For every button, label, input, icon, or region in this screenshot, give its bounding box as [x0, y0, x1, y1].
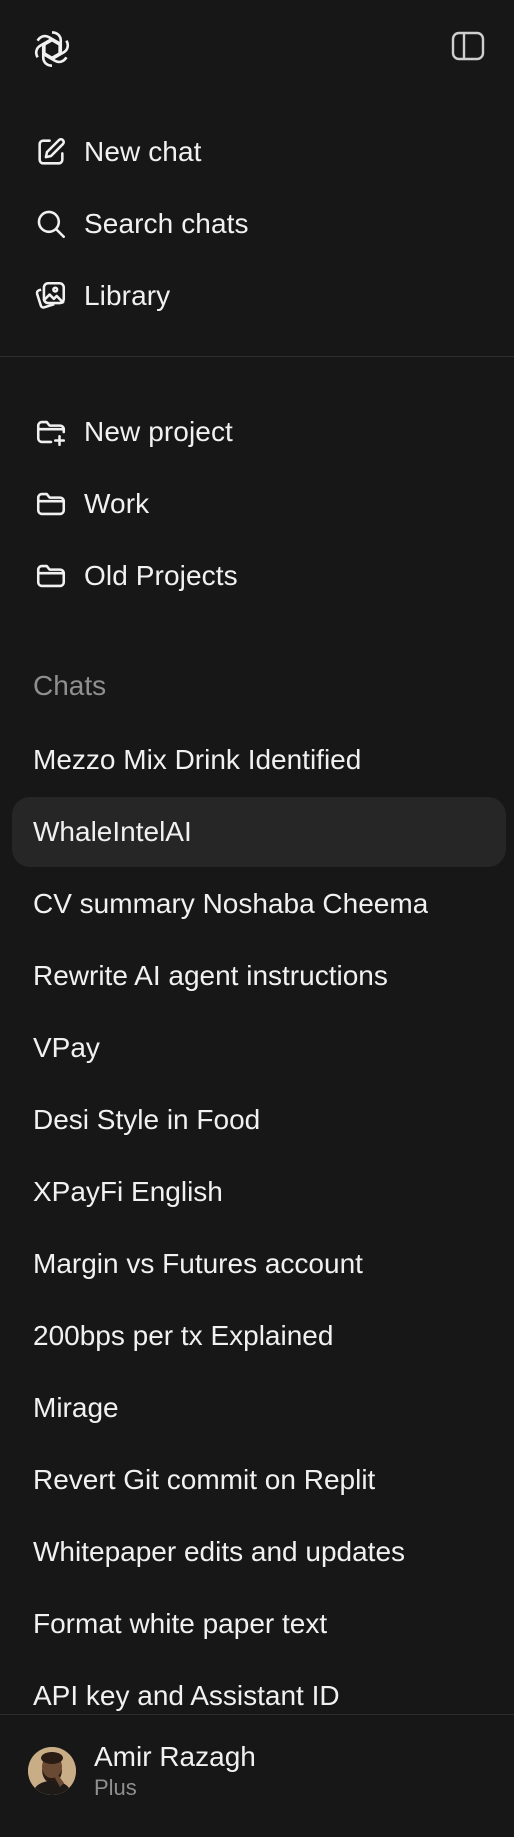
project-old-projects-label: Old Projects [84, 560, 238, 591]
chat-title: Rewrite AI agent instructions [33, 960, 388, 991]
edit-icon [31, 132, 71, 172]
chat-list-item[interactable]: Revert Git commit on Replit [12, 1445, 506, 1515]
chat-title: 200bps per tx Explained [33, 1320, 334, 1351]
chat-list-item[interactable]: Mezzo Mix Drink Identified [12, 725, 506, 795]
profile-plan: Plus [94, 1775, 137, 1800]
chat-title: Desi Style in Food [33, 1104, 261, 1135]
chat-list-item[interactable]: Mirage [12, 1373, 506, 1443]
new-chat-button[interactable]: New chat [12, 118, 506, 186]
chat-list-item[interactable]: VPay [12, 1013, 506, 1083]
chat-title: Margin vs Futures account [33, 1248, 363, 1279]
library-button[interactable]: Library [12, 262, 506, 330]
project-old-projects[interactable]: Old Projects [12, 542, 506, 610]
chat-list-item[interactable]: Format white paper text [12, 1589, 506, 1659]
chat-title: XPayFi English [33, 1176, 223, 1207]
profile-text: Amir Razagh Plus [94, 1740, 256, 1802]
chat-list-item[interactable]: 200bps per tx Explained [12, 1301, 506, 1371]
sidebar-header [0, 0, 514, 96]
search-chats-label: Search chats [84, 208, 249, 239]
chat-title: Format white paper text [33, 1608, 328, 1639]
chat-title: Mirage [33, 1392, 119, 1423]
chat-title: Whitepaper edits and updates [33, 1536, 406, 1567]
library-label: Library [84, 280, 171, 311]
chat-title: API key and Assistant ID [33, 1680, 340, 1711]
profile-button[interactable]: Amir Razagh Plus [12, 1727, 502, 1815]
search-icon [31, 204, 71, 244]
sidebar-toggle-icon [450, 30, 486, 67]
sidebar-toggle-button[interactable] [446, 28, 490, 68]
new-project-label: New project [84, 416, 233, 447]
chat-title: VPay [33, 1032, 100, 1063]
chat-title: WhaleIntelAI [33, 816, 192, 847]
chat-list-item[interactable]: Desi Style in Food [12, 1085, 506, 1155]
chat-list-item[interactable]: Whitepaper edits and updates [12, 1517, 506, 1587]
chat-title: CV summary Noshaba Cheema [33, 888, 429, 919]
chat-list-item[interactable]: Rewrite AI agent instructions [12, 941, 506, 1011]
new-project-button[interactable]: New project [12, 398, 506, 466]
openai-logo-icon[interactable] [29, 26, 75, 72]
folder-plus-icon [31, 412, 71, 452]
chat-list-item[interactable]: CV summary Noshaba Cheema [12, 869, 506, 939]
chat-list-item[interactable]: XPayFi English [12, 1157, 506, 1227]
search-chats-button[interactable]: Search chats [12, 190, 506, 258]
profile-name: Amir Razagh [94, 1741, 256, 1772]
library-icon [31, 276, 71, 316]
project-work[interactable]: Work [12, 470, 506, 538]
new-chat-label: New chat [84, 136, 202, 167]
section-divider [0, 356, 514, 357]
folder-icon [31, 556, 71, 596]
chat-list-item[interactable]: Margin vs Futures account [12, 1229, 506, 1299]
avatar [28, 1747, 76, 1795]
folder-icon [31, 484, 71, 524]
chat-list-item[interactable]: WhaleIntelAI [12, 797, 506, 867]
sidebar-footer: Amir Razagh Plus [0, 1714, 514, 1837]
chat-title: Mezzo Mix Drink Identified [33, 744, 362, 775]
chat-title: Revert Git commit on Replit [33, 1464, 376, 1495]
chats-section-title: Chats [33, 670, 107, 701]
project-work-label: Work [84, 488, 150, 519]
